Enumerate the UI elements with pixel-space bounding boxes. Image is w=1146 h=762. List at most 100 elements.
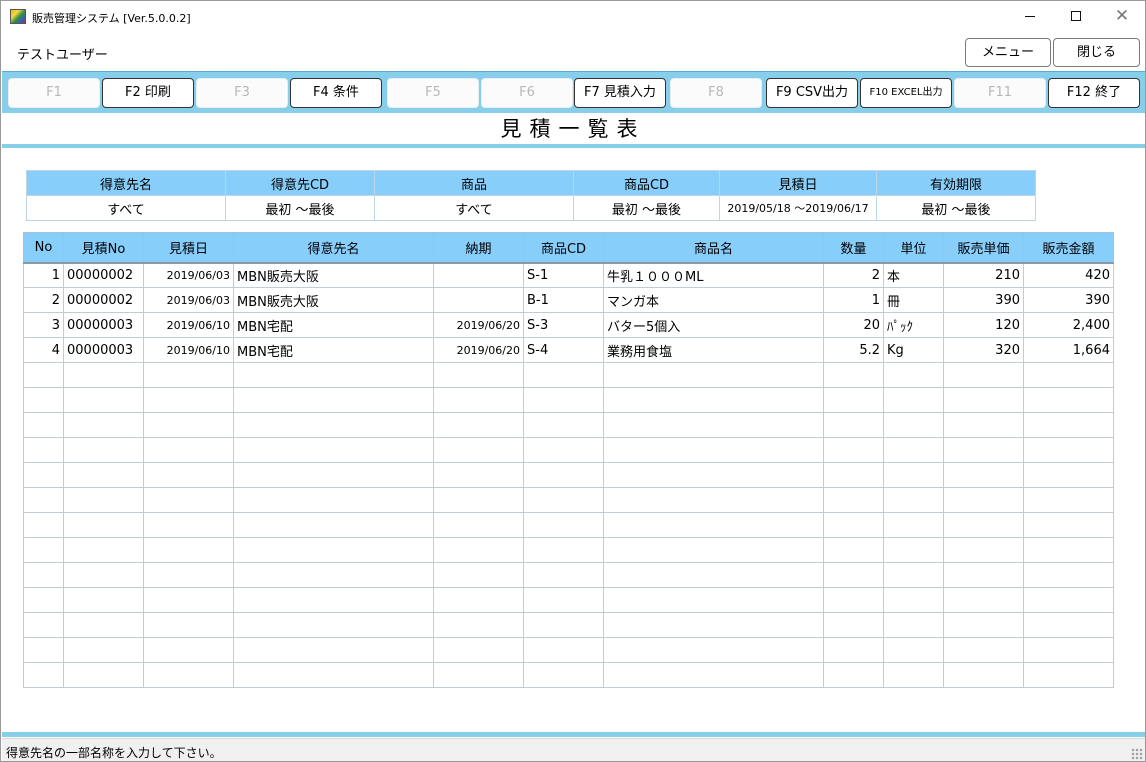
f2-print-button[interactable]: F2 印刷 [102, 78, 194, 108]
cell-quote-date [143, 637, 234, 663]
empty-table-row[interactable] [23, 662, 1114, 688]
col-header-delivery-date[interactable]: 納期 [433, 232, 524, 263]
f1-button[interactable]: F1 [8, 78, 100, 108]
cell-quote-no [63, 612, 144, 638]
close-button[interactable]: 閉じる [1053, 38, 1140, 67]
cell-unit-price [943, 537, 1024, 563]
cell-unit-price [943, 487, 1024, 513]
table-row[interactable]: 3 00000003 2019/06/10 MBN宅配 2019/06/20 S-3 バター… [23, 312, 1114, 338]
cell-amount [1023, 487, 1114, 513]
empty-table-row[interactable] [23, 412, 1114, 438]
menu-button[interactable]: メニュー [965, 38, 1051, 67]
cell-product-name [603, 387, 824, 413]
cell-product-name: 業務用食塩 [603, 337, 824, 363]
f5-button[interactable]: F5 [387, 78, 479, 108]
empty-table-row[interactable] [23, 612, 1114, 638]
f11-button[interactable]: F11 [954, 78, 1046, 108]
cell-quote-date: 2019/06/10 [143, 312, 234, 338]
cell-no [23, 662, 64, 688]
cell-customer-name [233, 387, 434, 413]
cell-customer-name: MBN販売大阪 [233, 287, 434, 313]
cell-delivery-date [433, 487, 524, 513]
cell-quote-no: 00000003 [63, 337, 144, 363]
cell-quote-no: 00000002 [63, 261, 144, 288]
col-header-quote-date[interactable]: 見積日 [143, 232, 234, 263]
empty-table-row[interactable] [23, 462, 1114, 488]
cell-delivery-date [433, 587, 524, 613]
cell-unit [883, 462, 944, 488]
cell-amount [1023, 662, 1114, 688]
cell-quote-no [63, 387, 144, 413]
status-message: 得意先名の一部名称を入力して下さい。 [6, 746, 222, 760]
empty-table-row[interactable] [23, 637, 1114, 663]
empty-table-row[interactable] [23, 362, 1114, 388]
cell-unit: Kg [883, 337, 944, 363]
cell-unit-price [943, 662, 1024, 688]
cond-value-product: すべて [374, 195, 574, 221]
cell-no [23, 362, 64, 388]
f10-excel-export-button[interactable]: F10 EXCEL出力 [860, 78, 952, 108]
empty-table-row[interactable] [23, 587, 1114, 613]
cell-customer-name [233, 612, 434, 638]
quote-list-grid[interactable]: No 見積No 見積日 得意先名 納期 商品CD 商品名 数量 単位 販売単価 … [23, 232, 1114, 688]
page-title: 見積一覧表 [500, 117, 646, 141]
f3-button[interactable]: F3 [196, 78, 288, 108]
cell-quote-date [143, 612, 234, 638]
minimize-button[interactable] [1007, 1, 1053, 32]
cell-unit [883, 387, 944, 413]
f12-exit-button[interactable]: F12 終了 [1048, 78, 1140, 108]
cell-quote-date: 2019/06/10 [143, 337, 234, 363]
cell-quote-no [63, 362, 144, 388]
cell-delivery-date: 2019/06/20 [433, 337, 524, 363]
col-header-quantity[interactable]: 数量 [823, 232, 884, 263]
col-header-unit[interactable]: 単位 [883, 232, 944, 263]
f6-button[interactable]: F6 [481, 78, 573, 108]
empty-table-row[interactable] [23, 437, 1114, 463]
f9-csv-export-button[interactable]: F9 CSV出力 [766, 78, 858, 108]
empty-table-row[interactable] [23, 487, 1114, 513]
cond-header-product: 商品 [374, 170, 574, 196]
col-header-product-name[interactable]: 商品名 [603, 232, 824, 263]
col-header-customer-name[interactable]: 得意先名 [233, 232, 434, 263]
col-header-quote-no[interactable]: 見積No [63, 232, 144, 263]
cell-no [23, 412, 64, 438]
cell-amount [1023, 412, 1114, 438]
cell-unit [883, 587, 944, 613]
cell-customer-name [233, 437, 434, 463]
empty-table-row[interactable] [23, 512, 1114, 538]
window-close-button[interactable]: ✕ [1099, 1, 1145, 32]
empty-table-row[interactable] [23, 387, 1114, 413]
resize-grip-icon[interactable] [1131, 748, 1143, 760]
cell-no [23, 462, 64, 488]
cell-quote-no [63, 462, 144, 488]
cell-unit [883, 487, 944, 513]
cell-unit-price [943, 362, 1024, 388]
table-row[interactable]: 4 00000003 2019/06/10 MBN宅配 2019/06/20 S-4 業務用… [23, 337, 1114, 363]
col-header-unit-price[interactable]: 販売単価 [943, 232, 1024, 263]
cell-product-name [603, 562, 824, 588]
cell-unit [883, 562, 944, 588]
f4-condition-button[interactable]: F4 条件 [290, 78, 382, 108]
cell-quantity [823, 637, 884, 663]
cell-quantity [823, 387, 884, 413]
cell-amount [1023, 437, 1114, 463]
table-row[interactable]: 2 00000002 2019/06/03 MBN販売大阪 B-1 マンガ本 1 冊 390 39… [23, 287, 1114, 313]
col-header-amount[interactable]: 販売金額 [1023, 232, 1114, 263]
cell-quote-no [63, 512, 144, 538]
cell-amount: 2,400 [1023, 312, 1114, 338]
cell-quantity [823, 562, 884, 588]
cell-quote-no [63, 562, 144, 588]
table-row[interactable]: 1 00000002 2019/06/03 MBN販売大阪 S-1 牛乳１０００ML 2 本 2… [23, 261, 1114, 288]
cell-unit [883, 437, 944, 463]
maximize-button[interactable] [1053, 1, 1099, 32]
f8-button[interactable]: F8 [670, 78, 762, 108]
col-header-no[interactable]: No [23, 232, 64, 263]
cell-customer-name [233, 487, 434, 513]
col-header-product-cd[interactable]: 商品CD [523, 232, 604, 263]
empty-table-row[interactable] [23, 562, 1114, 588]
cell-customer-name: MBN販売大阪 [233, 261, 434, 288]
f7-quote-entry-button[interactable]: F7 見積入力 [574, 78, 666, 108]
empty-table-row[interactable] [23, 537, 1114, 563]
cell-product-cd [523, 612, 604, 638]
cell-product-cd: S-3 [523, 312, 604, 338]
